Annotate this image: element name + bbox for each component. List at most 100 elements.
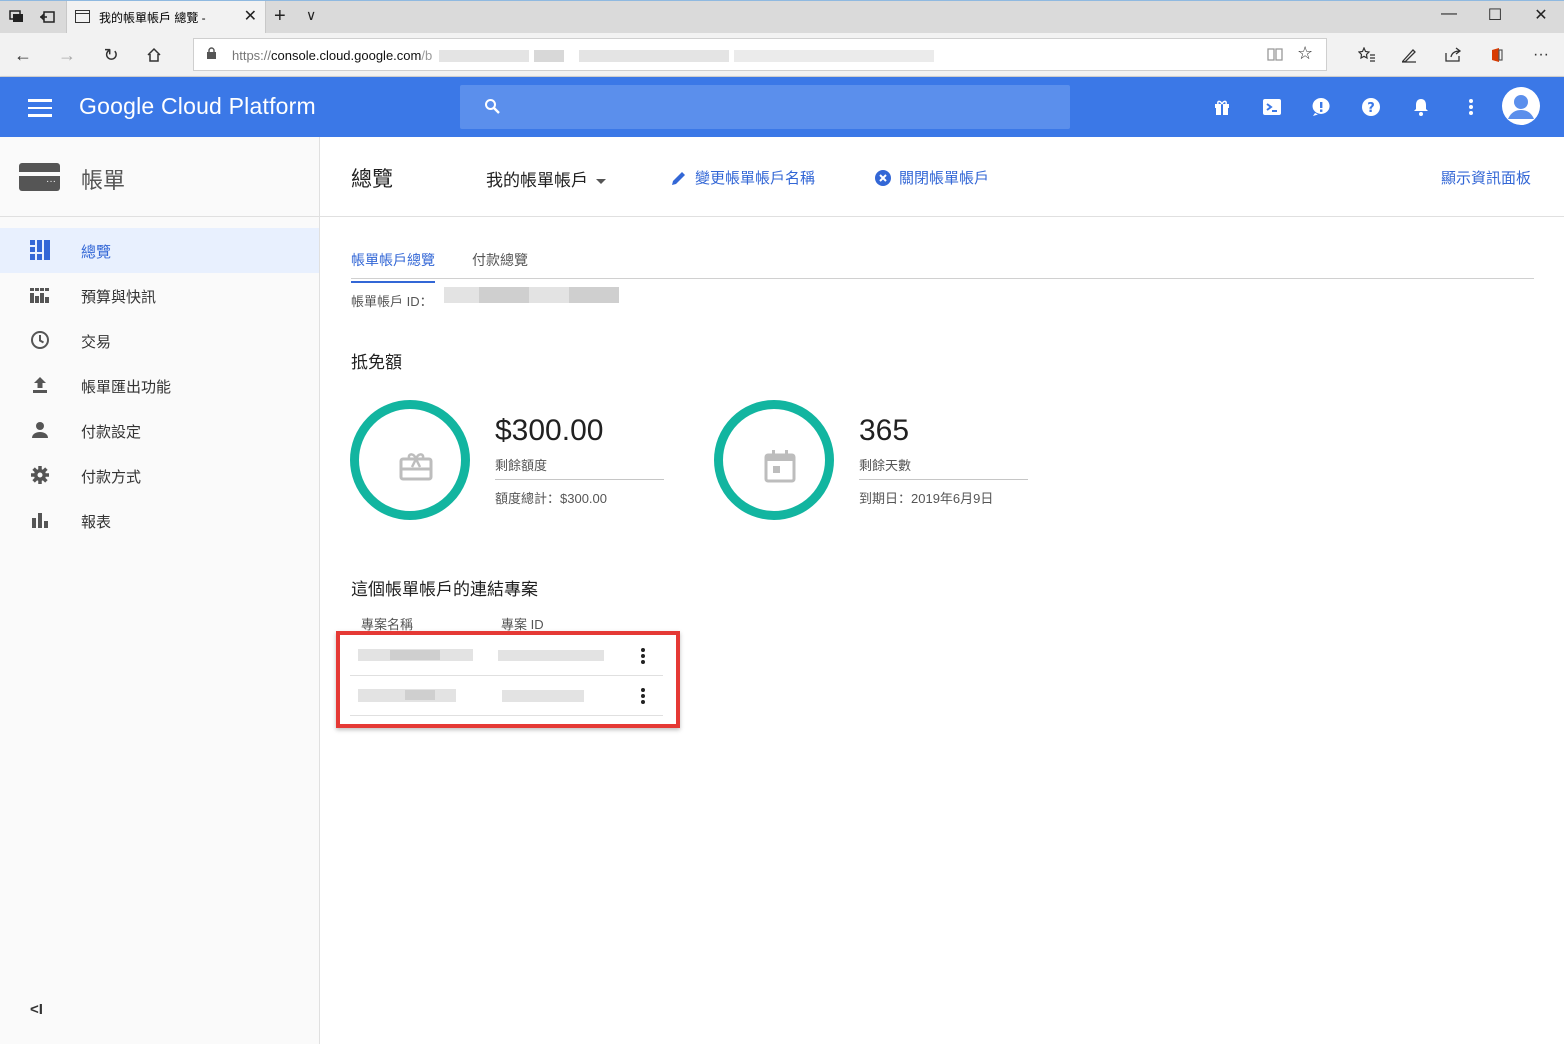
tab-account-overview[interactable]: 帳單帳戶總覽: [351, 250, 435, 283]
star-icon[interactable]: ☆: [1297, 43, 1313, 64]
upload-icon: [33, 377, 47, 393]
search-input[interactable]: [460, 85, 1070, 129]
sidebar-item-label: 總覽: [81, 244, 112, 261]
maximize-icon[interactable]: ☐: [1484, 5, 1506, 25]
sidebar-item-payment-methods[interactable]: 付款方式: [0, 453, 319, 498]
redacted-project-name: [390, 650, 440, 660]
account-id-label: 帳單帳戶 ID：: [351, 294, 433, 309]
sidebar-item-label: 報表: [81, 514, 112, 531]
sidebar-item-payment-settings[interactable]: 付款設定: [0, 408, 319, 453]
pencil-icon: [672, 171, 685, 185]
sidebar-item-label: 預算與快訊: [81, 289, 157, 306]
sidebar: 帳單 總覽 預算與快訊 交易 帳單匯出功能 付款設定 付款方式 報表 <I: [0, 137, 320, 1044]
reading-view-icon[interactable]: [1266, 45, 1284, 63]
more-options-icon[interactable]: ···: [1528, 43, 1554, 67]
office-extension-icon[interactable]: [1484, 43, 1510, 67]
column-header-project-id: 專案 ID: [501, 617, 544, 632]
redacted-project-id: [502, 690, 584, 702]
calendar-icon: [764, 450, 796, 483]
more-vert-icon[interactable]: [1460, 96, 1482, 118]
tab-title: 我的帳單帳戶 總覽 -: [99, 11, 206, 25]
account-selector[interactable]: 我的帳單帳戶: [486, 166, 606, 191]
sidebar-item-overview[interactable]: 總覽: [0, 228, 319, 273]
lock-icon: [207, 47, 216, 59]
show-dashboard-link[interactable]: 顯示資訊面板: [1441, 167, 1531, 188]
sidebar-item-transactions[interactable]: 交易: [0, 318, 319, 363]
rename-account-button[interactable]: 變更帳單帳戶名稱: [670, 167, 815, 188]
favorites-icon[interactable]: [1354, 43, 1380, 67]
gift-card-icon: [399, 453, 433, 481]
browser-tab-bar: 我的帳單帳戶 總覽 - ✕ + ∨ — ☐ ✕: [0, 0, 1564, 34]
gcp-header: Google Cloud Platform ?: [0, 77, 1564, 137]
browser-tab[interactable]: 我的帳單帳戶 總覽 - ✕: [66, 1, 266, 34]
feedback-icon[interactable]: [1310, 96, 1332, 118]
avatar[interactable]: [1502, 87, 1540, 125]
clock-icon: [31, 331, 49, 349]
linked-projects-title: 這個帳單帳戶的連結專案: [351, 580, 538, 599]
chevron-down-icon[interactable]: ∨: [306, 7, 316, 24]
redacted-url: [734, 50, 934, 62]
pen-icon[interactable]: [1397, 43, 1423, 67]
redacted-account-id: [569, 287, 619, 303]
tab-bar: 帳單帳戶總覽 付款總覽: [351, 238, 1534, 283]
redacted-account-id: [529, 287, 569, 303]
gift-icon[interactable]: [1211, 96, 1233, 118]
credits-title: 抵免額: [351, 353, 402, 372]
expiry-date: 到期日：2019年6月9日: [859, 491, 994, 506]
close-account-button[interactable]: 關閉帳單帳戶: [874, 167, 989, 188]
column-header-project-name: 專案名稱: [361, 617, 414, 632]
set-aside-tabs-icon[interactable]: [36, 6, 58, 28]
tab-payment-overview[interactable]: 付款總覽: [472, 250, 528, 281]
sidebar-item-label: 付款設定: [81, 424, 142, 441]
forward-arrow-icon[interactable]: →: [54, 43, 80, 67]
sidebar-item-budgets[interactable]: 預算與快訊: [0, 273, 319, 318]
cancel-icon: [875, 169, 891, 186]
more-vert-icon[interactable]: [641, 688, 645, 704]
tab-manager-icon[interactable]: [6, 6, 28, 28]
new-tab-icon[interactable]: +: [274, 5, 286, 28]
sidebar-item-label: 交易: [81, 334, 112, 351]
close-window-icon[interactable]: ✕: [1530, 5, 1552, 25]
caret-down-icon: [596, 179, 606, 185]
sidebar-title: 帳單: [81, 168, 126, 193]
remaining-days-value: 365: [859, 414, 910, 447]
remaining-days-ring: [714, 400, 834, 520]
minimize-icon[interactable]: —: [1438, 5, 1460, 23]
redacted-url: [439, 50, 529, 62]
redacted-url: [534, 50, 564, 62]
billing-card-icon: [19, 163, 60, 191]
redacted-project-name: [405, 690, 435, 700]
search-icon: [485, 99, 500, 114]
sidebar-item-reports[interactable]: 報表: [0, 498, 319, 543]
gear-icon: [31, 466, 49, 484]
page-toolbar: 總覽 我的帳單帳戶 變更帳單帳戶名稱 關閉帳單帳戶 顯示資訊面板: [320, 137, 1564, 217]
url-input[interactable]: https://console.cloud.google.com/b ☆: [193, 38, 1327, 71]
more-vert-icon[interactable]: [641, 648, 645, 664]
projects-table: [350, 636, 663, 716]
close-tab-icon[interactable]: ✕: [244, 6, 257, 26]
credit-total: 額度總計：$300.00: [495, 491, 607, 506]
refresh-icon[interactable]: ↻: [98, 43, 124, 67]
remaining-days-label: 剩餘天數: [859, 458, 912, 473]
address-bar: ← → ↻ https://console.cloud.google.com/b…: [0, 33, 1564, 77]
person-icon: [32, 422, 48, 438]
main-content: 總覽 我的帳單帳戶 變更帳單帳戶名稱 關閉帳單帳戶 顯示資訊面板 帳單帳戶總覽 …: [320, 137, 1564, 1044]
share-icon[interactable]: [1440, 43, 1466, 67]
cloud-shell-icon[interactable]: [1261, 96, 1283, 118]
sidebar-item-billing-export[interactable]: 帳單匯出功能: [0, 363, 319, 408]
svg-text:?: ?: [1367, 101, 1375, 116]
dashboard-icon: [30, 240, 50, 260]
notifications-icon[interactable]: [1410, 96, 1432, 118]
back-arrow-icon[interactable]: ←: [10, 43, 36, 67]
redacted-account-id: [444, 287, 479, 303]
table-row[interactable]: [350, 636, 663, 676]
home-icon[interactable]: [141, 43, 167, 67]
divider: [859, 479, 1028, 480]
sidebar-item-label: 帳單匯出功能: [81, 379, 172, 396]
menu-icon[interactable]: [28, 99, 52, 117]
sidebar-header: 帳單: [0, 137, 319, 217]
help-icon[interactable]: ?: [1360, 96, 1382, 118]
collapse-sidebar-button[interactable]: <I: [30, 1001, 43, 1018]
brand-title[interactable]: Google Cloud Platform: [79, 93, 316, 120]
table-row[interactable]: [350, 676, 663, 716]
